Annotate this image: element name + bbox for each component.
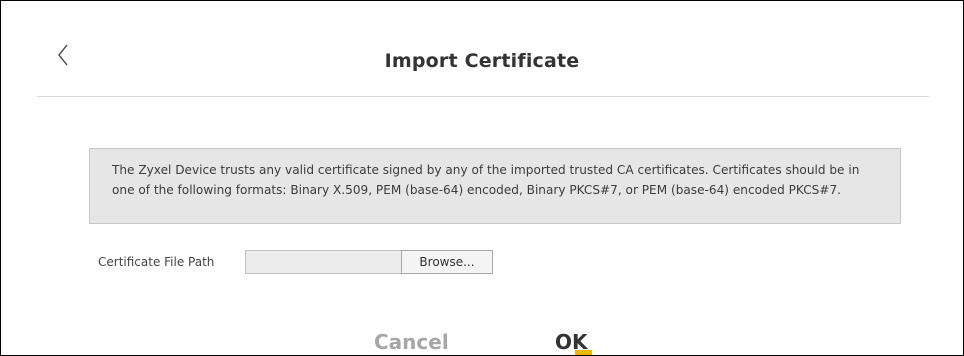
cancel-button[interactable]: Cancel [374,330,449,354]
page-title: Import Certificate [384,50,580,72]
browse-button[interactable]: Browse... [401,250,493,274]
certificate-file-path-field[interactable] [245,250,403,274]
import-certificate-dialog: Import Certificate The Zyxel Device trus… [0,0,964,356]
ok-button-accent [575,350,592,355]
info-box: The Zyxel Device trusts any valid certif… [89,148,901,224]
info-text: The Zyxel Device trusts any valid certif… [112,163,860,197]
certificate-file-path-label: Certificate File Path [98,255,215,269]
header-divider [37,96,929,97]
